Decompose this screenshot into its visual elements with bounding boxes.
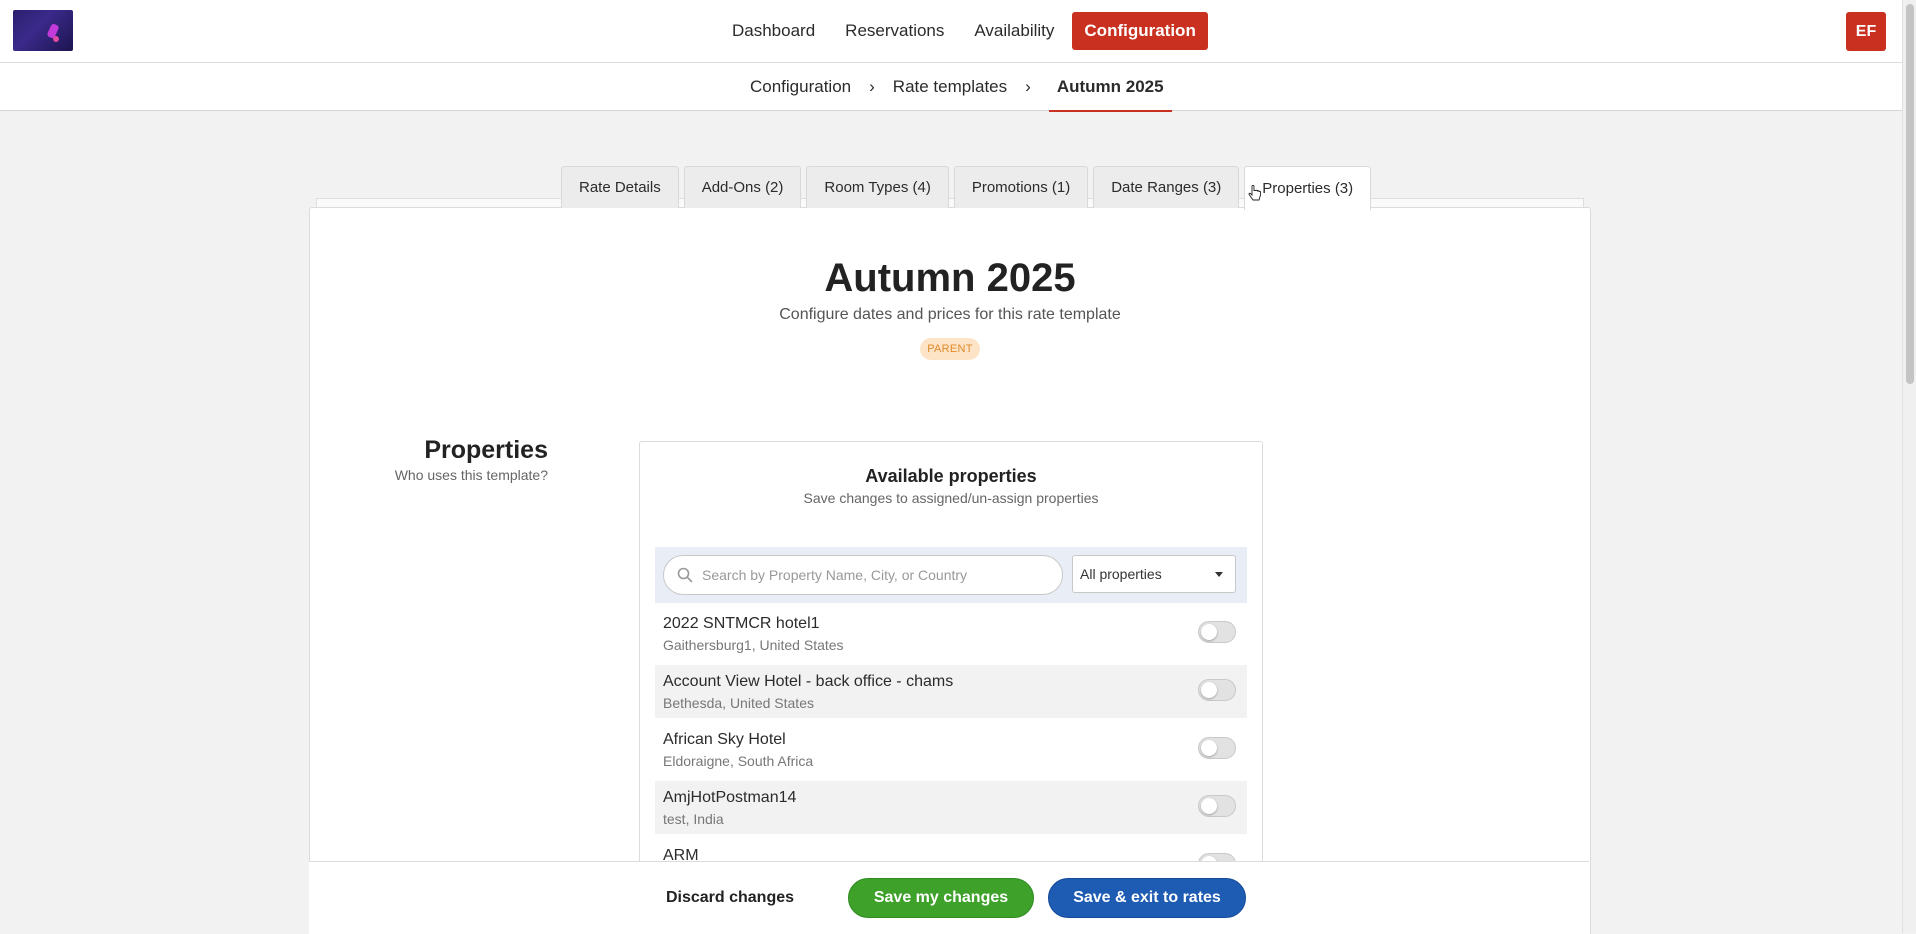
tab-rate-details[interactable]: Rate Details [561,166,679,208]
nav-reservations[interactable]: Reservations [833,12,956,50]
discard-changes-button[interactable]: Discard changes [655,878,805,918]
property-name: 2022 SNTMCR hotel1 [663,615,820,632]
list-item: African Sky Hotel Eldoraigne, South Afri… [655,723,1247,776]
breadcrumb: Configuration › Rate templates › Autumn … [750,63,1172,112]
breadcrumb-bar: Configuration › Rate templates › Autumn … [0,63,1902,112]
toggle-knob [1201,624,1217,640]
list-item: 2022 SNTMCR hotel1 Gaithersburg1, United… [655,607,1247,660]
content-card: Autumn 2025 Configure dates and prices f… [309,207,1591,934]
property-list: 2022 SNTMCR hotel1 Gaithersburg1, United… [655,607,1247,897]
chevron-down-icon [1215,572,1223,577]
property-name: Account View Hotel - back office - chams [663,673,954,690]
panel-subtitle: Save changes to assigned/un-assign prope… [803,490,1099,506]
hand-cursor-icon [1248,185,1261,201]
toggle-knob [1201,682,1217,698]
page-title: Autumn 2025 [824,256,1076,300]
filter-selected-value: All properties [1080,566,1162,582]
breadcrumb-configuration[interactable]: Configuration [750,77,851,97]
breadcrumb-separator: › [869,76,875,96]
logo-dot [53,36,59,42]
list-item: AmjHotPostman14 test, India [655,781,1247,834]
tab-promotions[interactable]: Promotions (1) [953,166,1089,208]
nav-configuration[interactable]: Configuration [1072,12,1208,50]
breadcrumb-separator: › [1025,76,1031,96]
page-subtitle: Configure dates and prices for this rate… [779,306,1121,323]
breadcrumb-current: Autumn 2025 [1048,77,1172,112]
property-location: test, India [663,811,724,827]
scrollbar-thumb[interactable] [1906,4,1914,384]
nav-availability[interactable]: Availability [962,12,1066,50]
property-filter-select[interactable]: All properties [1072,555,1236,593]
section-title: Properties [424,436,548,464]
property-location: Eldoraigne, South Africa [663,753,814,769]
property-name: African Sky Hotel [663,731,786,748]
tab-properties[interactable]: Properties (3) [1244,166,1372,210]
save-and-exit-button[interactable]: Save & exit to rates [1048,878,1246,918]
nav-dashboard[interactable]: Dashboard [720,12,827,50]
user-avatar[interactable]: EF [1846,12,1886,51]
list-item: Account View Hotel - back office - chams… [655,665,1247,718]
properties-section-heading: Properties Who uses this template? [395,436,548,483]
toggle-knob [1201,740,1217,756]
parent-badge: PARENT [920,338,980,360]
property-location: Gaithersburg1, United States [663,637,844,653]
breadcrumb-rate-templates[interactable]: Rate templates [893,77,1007,97]
panel-title: Available properties [865,466,1037,486]
save-changes-button[interactable]: Save my changes [848,878,1034,918]
search-icon [677,567,693,583]
filter-bar: All properties [655,547,1247,603]
action-footer: Discard changes Save my changes Save & e… [309,861,1589,934]
search-box[interactable] [663,555,1063,595]
brand-logo[interactable] [13,10,73,51]
tab-room-types[interactable]: Room Types (4) [806,166,949,208]
tab-add-ons[interactable]: Add-Ons (2) [683,166,802,208]
top-navigation: Dashboard Reservations Availability Conf… [0,0,1902,63]
search-input[interactable] [700,566,1054,584]
tab-date-ranges[interactable]: Date Ranges (3) [1093,166,1240,208]
section-subtitle: Who uses this template? [394,467,548,483]
assign-toggle[interactable] [1198,621,1236,643]
property-name: AmjHotPostman14 [663,789,797,806]
assign-toggle[interactable] [1198,795,1236,817]
assign-toggle[interactable] [1198,737,1236,759]
toggle-knob [1201,798,1217,814]
assign-toggle[interactable] [1198,679,1236,701]
page-scrollbar[interactable] [1902,0,1916,933]
main-nav: Dashboard Reservations Availability Conf… [720,12,1208,50]
property-location: Bethesda, United States [663,695,814,711]
